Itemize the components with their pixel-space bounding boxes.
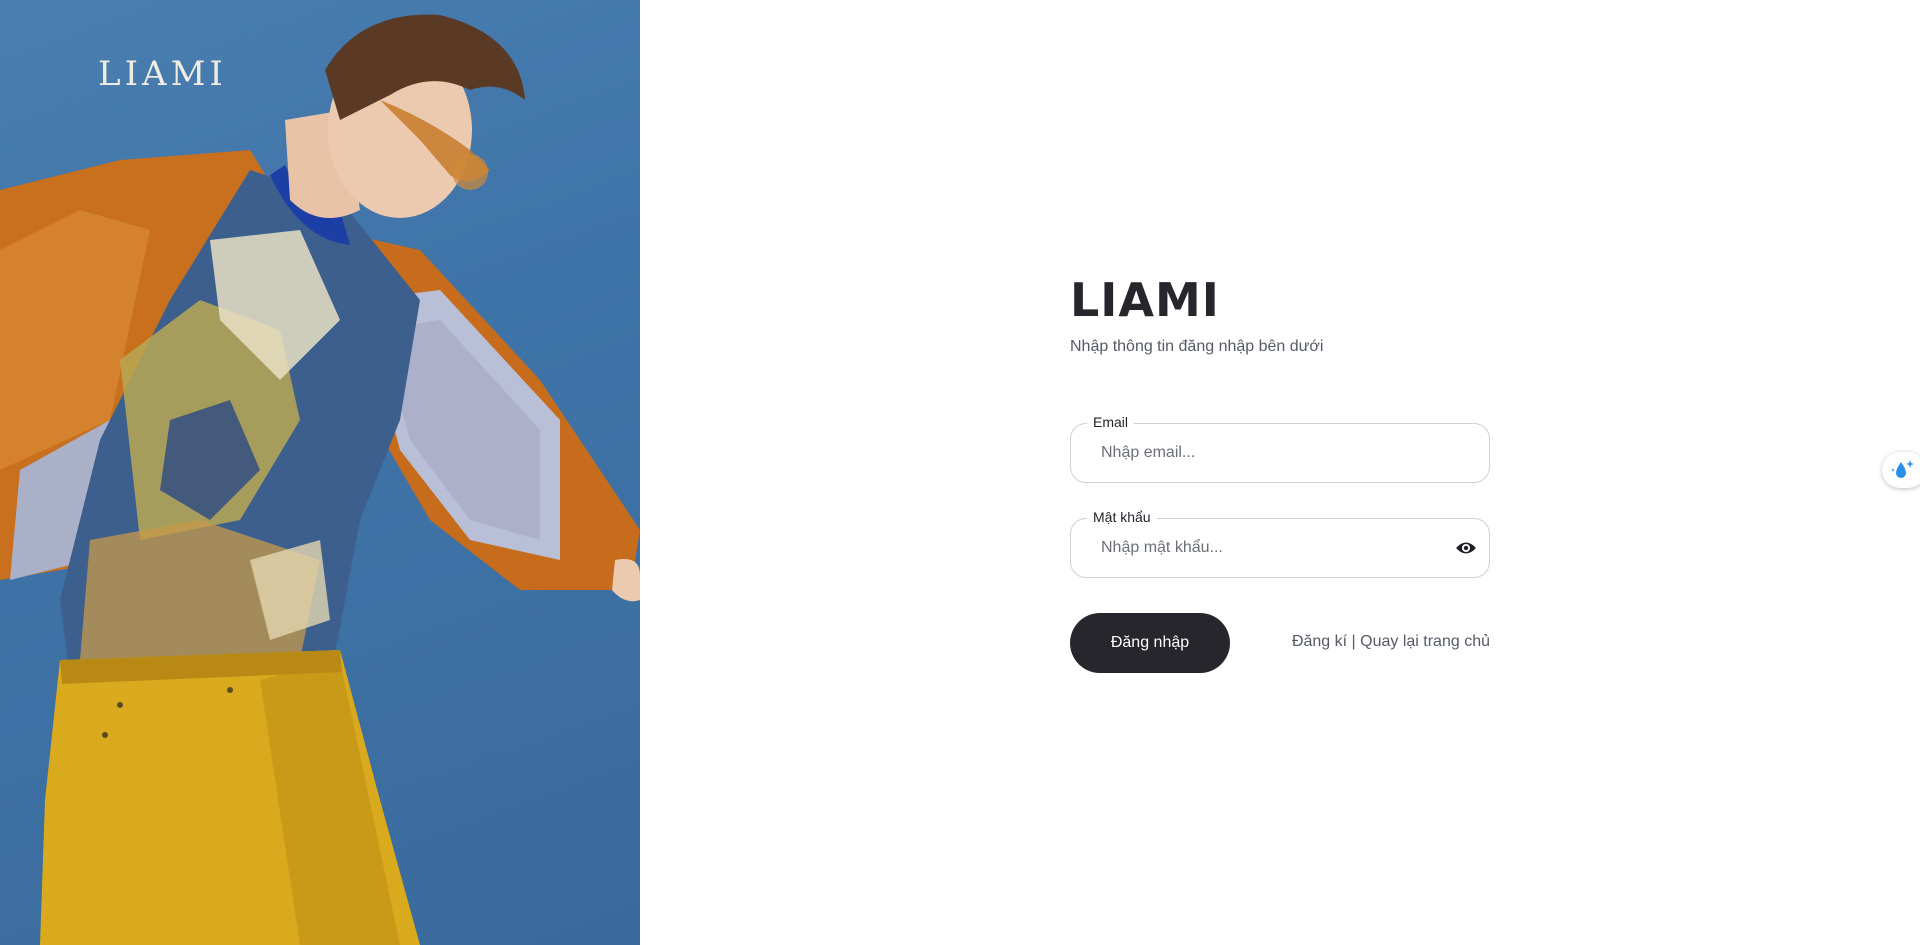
- eye-icon[interactable]: [1455, 539, 1477, 557]
- login-form: LIAMI Nhập thông tin đăng nhập bên dưới …: [1070, 270, 1490, 673]
- hero-panel: LIAMI: [0, 0, 640, 945]
- brand-logo: LIAMI: [98, 54, 227, 94]
- form-actions: Đăng nhập Đăng kí | Quay lại trang chủ: [1070, 613, 1490, 673]
- email-field: Email: [1070, 414, 1490, 483]
- password-field: Mật khẩu: [1070, 509, 1490, 578]
- link-separator: |: [1347, 633, 1361, 650]
- email-input[interactable]: [1101, 424, 1431, 482]
- floating-widget-button[interactable]: [1882, 452, 1920, 488]
- page-title: LIAMI: [1070, 273, 1220, 327]
- password-input[interactable]: [1101, 519, 1431, 577]
- home-link[interactable]: Quay lại trang chủ: [1360, 633, 1490, 650]
- model-photo: [0, 14, 640, 945]
- login-button[interactable]: Đăng nhập: [1070, 613, 1230, 673]
- page-subtitle: Nhập thông tin đăng nhập bên dưới: [1070, 338, 1324, 355]
- sparkle-drop-icon: [1891, 460, 1914, 478]
- register-link[interactable]: Đăng kí: [1292, 633, 1347, 650]
- auth-links: Đăng kí | Quay lại trang chủ: [1292, 633, 1490, 651]
